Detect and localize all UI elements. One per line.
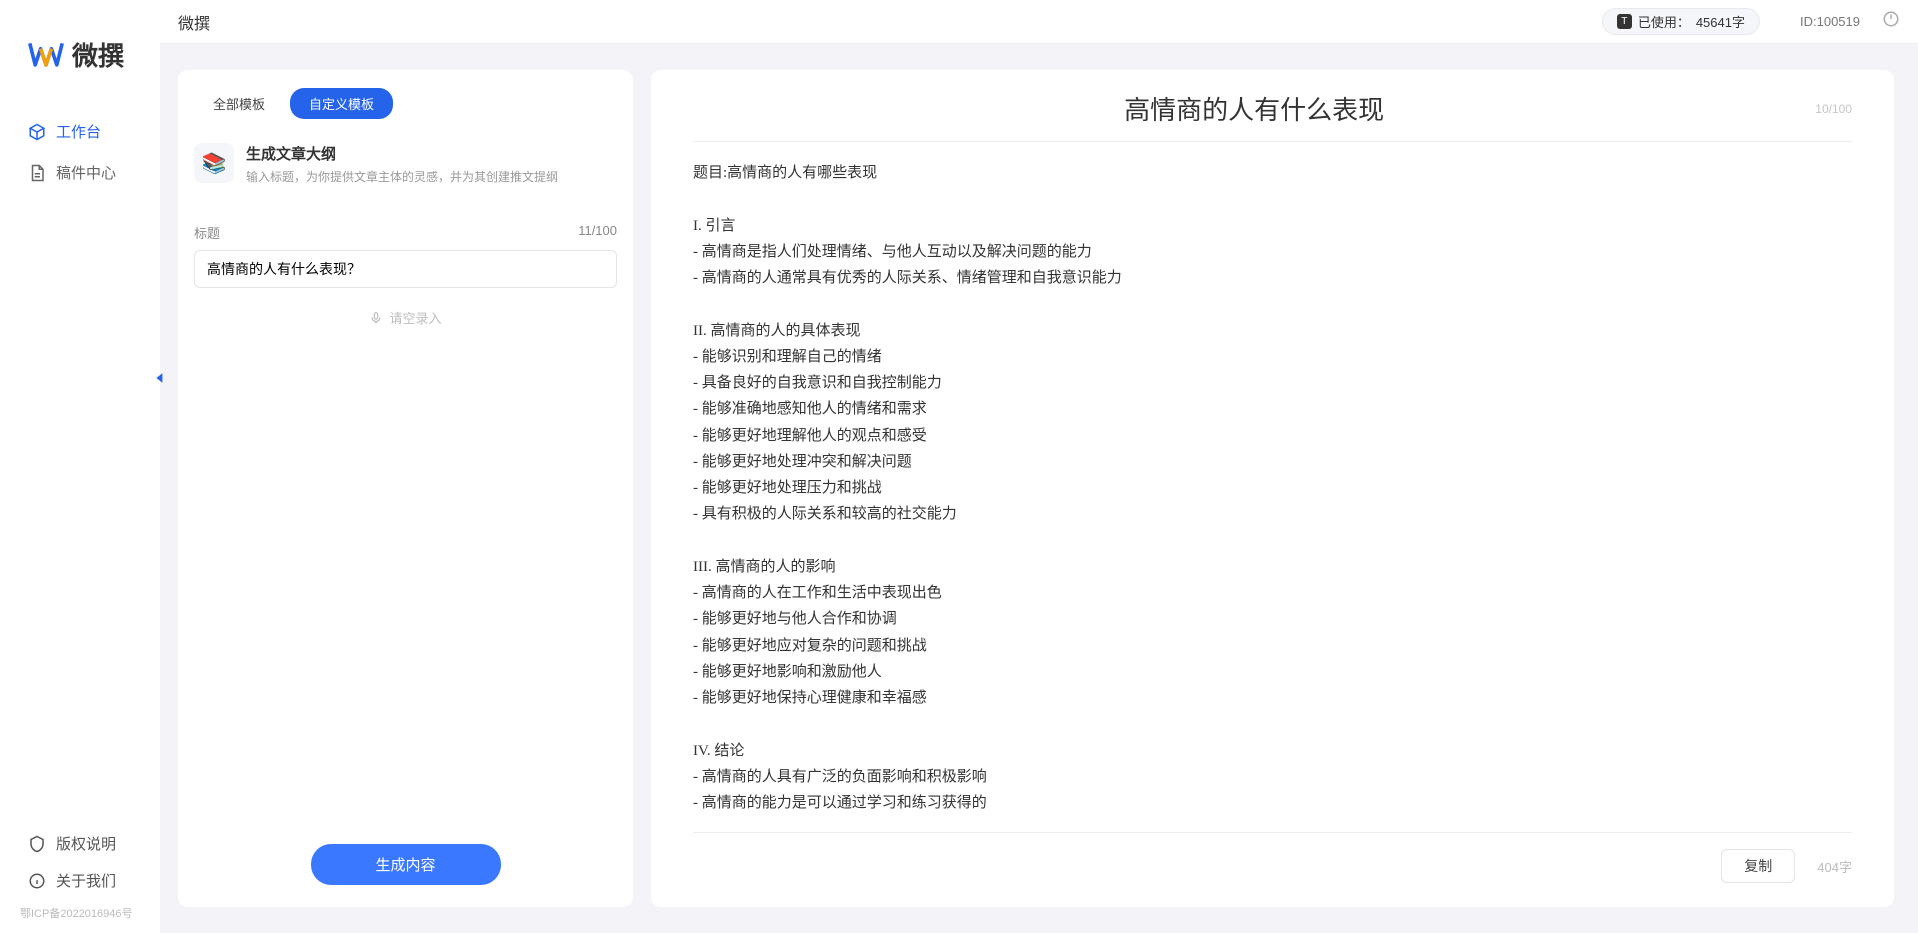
content-row: 全部模板 自定义模板 📚 生成文章大纲 输入标题，为你提供文章主体的灵感，并为其… [160, 44, 1918, 933]
nav-workbench[interactable]: 工作台 [20, 111, 160, 152]
topbar-title: 微撰 [178, 10, 210, 34]
logo-icon [28, 41, 64, 69]
topbar: 微撰 T 已使用： 45641字 ID:100519 [160, 0, 1918, 44]
title-input[interactable] [194, 250, 617, 288]
field-counter: 11/100 [578, 223, 617, 242]
nav-drafts[interactable]: 稿件中心 [20, 152, 160, 193]
books-icon: 📚 [202, 151, 227, 176]
word-count: 404字 [1817, 857, 1852, 876]
logo-text: 微撰 [72, 36, 124, 73]
usage-badge-icon: T [1617, 14, 1632, 29]
tab-custom-templates[interactable]: 自定义模板 [290, 88, 393, 119]
template-desc: 输入标题，为你提供文章主体的灵感，并为其创建推文提纲 [246, 168, 558, 185]
tab-all-templates[interactable]: 全部模板 [194, 88, 284, 119]
output-panel: 高情商的人有什么表现 10/100 题目:高情商的人有哪些表现 I. 引言 - … [651, 70, 1894, 907]
template-tabs: 全部模板 自定义模板 [194, 88, 617, 119]
left-panel: 全部模板 自定义模板 📚 生成文章大纲 输入标题，为你提供文章主体的灵感，并为其… [178, 70, 633, 907]
output-body: 题目:高情商的人有哪些表现 I. 引言 - 高情商是指人们处理情绪、与他人互动以… [693, 160, 1852, 820]
power-icon[interactable] [1882, 10, 1900, 33]
usage-pill: T 已使用： 45641字 [1602, 8, 1760, 35]
app-logo: 微撰 [0, 18, 160, 111]
sidebar: 微撰 工作台 稿件中心 版权说明 关于我们 鄂ICP备2022016946号 [0, 0, 160, 933]
voice-input-button[interactable]: 请空录入 [194, 308, 617, 327]
copy-button[interactable]: 复制 [1721, 849, 1795, 883]
footer-copyright[interactable]: 版权说明 [20, 825, 160, 862]
usage-value: 45641字 [1696, 12, 1745, 31]
info-icon [28, 872, 46, 890]
sidebar-nav: 工作台 稿件中心 [0, 111, 160, 825]
footer-label: 关于我们 [56, 870, 116, 891]
template-card: 📚 生成文章大纲 输入标题，为你提供文章主体的灵感，并为其创建推文提纲 [194, 137, 617, 197]
footer-label: 版权说明 [56, 833, 116, 854]
field-label: 标题 [194, 223, 220, 242]
nav-label: 工作台 [56, 121, 101, 142]
icp-text: 鄂ICP备2022016946号 [0, 899, 160, 921]
sidebar-footer: 版权说明 关于我们 [0, 825, 160, 899]
voice-label: 请空录入 [389, 308, 441, 327]
title-form: 标题 11/100 请空录入 [194, 223, 617, 844]
cube-icon [28, 123, 46, 141]
template-icon: 📚 [194, 143, 234, 183]
template-title: 生成文章大纲 [246, 143, 558, 164]
usage-label: 已使用： [1638, 12, 1690, 31]
footer-about[interactable]: 关于我们 [20, 862, 160, 899]
microphone-icon [369, 311, 383, 325]
main-area: 微撰 T 已使用： 45641字 ID:100519 全部模板 自定义模板 📚 … [160, 0, 1918, 933]
user-id: ID:100519 [1800, 14, 1860, 29]
nav-label: 稿件中心 [56, 162, 116, 183]
output-title: 高情商的人有什么表现 [693, 90, 1815, 127]
document-icon [28, 164, 46, 182]
output-counter: 10/100 [1815, 102, 1852, 116]
collapse-icon[interactable] [152, 370, 168, 386]
shield-icon [28, 835, 46, 853]
generate-button[interactable]: 生成内容 [311, 844, 501, 885]
output-header: 高情商的人有什么表现 10/100 [693, 90, 1852, 142]
output-footer: 复制 404字 [693, 832, 1852, 883]
